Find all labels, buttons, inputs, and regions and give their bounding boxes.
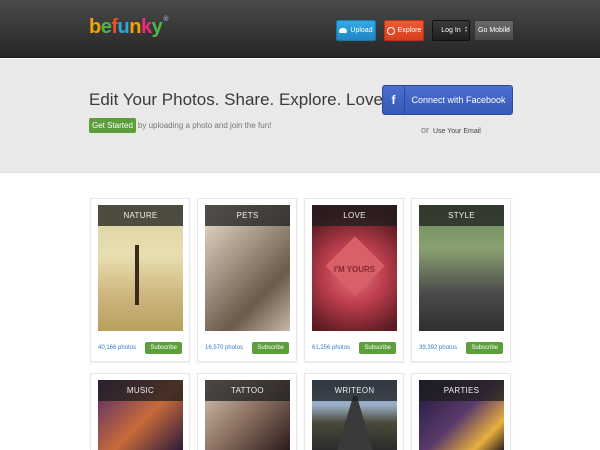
explore-label: Explore	[397, 27, 422, 34]
category-card-writeon[interactable]: WRITEON	[304, 373, 404, 450]
category-title: STYLE	[419, 205, 504, 226]
logo-letter: n	[129, 16, 141, 38]
explore-button[interactable]: Explore	[384, 20, 424, 41]
or-text: or	[421, 125, 430, 135]
category-title: PARTIES	[419, 380, 504, 401]
mobile-dots-icon: • •	[508, 26, 511, 35]
category-title: LOVE	[312, 205, 397, 226]
upload-button[interactable]: Upload	[336, 20, 376, 41]
category-card-music[interactable]: MUSIC	[90, 373, 190, 450]
category-thumbnail[interactable]: MUSIC	[98, 380, 183, 450]
subscribe-button[interactable]: Subscribe	[252, 342, 289, 354]
registered-mark: ®	[163, 16, 168, 23]
logo-letter: e	[100, 16, 112, 38]
category-card-love[interactable]: I'M YOURS LOVE 61,256 photos Subscribe	[304, 198, 404, 362]
connect-facebook-button[interactable]: f Connect with Facebook	[382, 85, 513, 115]
subscribe-button[interactable]: Subscribe	[359, 342, 396, 354]
separator-dots-icon: • •	[465, 26, 468, 35]
category-card-parties[interactable]: PARTIES	[411, 373, 511, 450]
go-mobile-label: Go Mobile	[478, 27, 510, 34]
cloud-upload-icon	[339, 28, 348, 33]
category-title: TATTOO	[205, 380, 290, 401]
upload-label: Upload	[350, 27, 373, 34]
top-bar: befunky® Upload Explore Log In • • Go Mob…	[0, 0, 600, 58]
category-thumbnail[interactable]: STYLE	[419, 205, 504, 331]
category-title: WRITEON	[312, 380, 397, 401]
photo-count[interactable]: 39,392 photos	[419, 345, 457, 351]
logo-letter: k	[140, 16, 152, 38]
category-card-style[interactable]: STYLE 39,392 photos Subscribe	[411, 198, 511, 362]
compass-icon	[386, 26, 395, 35]
category-title: PETS	[205, 205, 290, 226]
subscribe-button[interactable]: Subscribe	[145, 342, 182, 354]
site-logo[interactable]: befunky®	[89, 16, 168, 39]
tree-image	[135, 245, 139, 305]
category-thumbnail[interactable]: TATTOO	[205, 380, 290, 450]
category-thumbnail[interactable]: WRITEON	[312, 380, 397, 450]
category-thumbnail[interactable]: NATURE	[98, 205, 183, 331]
category-card-tattoo[interactable]: TATTOO	[197, 373, 297, 450]
category-card-nature[interactable]: NATURE 40,166 photos Subscribe	[90, 198, 190, 362]
category-thumbnail[interactable]: PARTIES	[419, 380, 504, 450]
email-signup: or Use Your Email	[421, 125, 481, 135]
road-image	[337, 396, 373, 450]
category-thumbnail[interactable]: I'M YOURS LOVE	[312, 205, 397, 331]
logo-letter: u	[117, 16, 130, 38]
category-card-pets[interactable]: PETS 16,570 photos Subscribe	[197, 198, 297, 362]
category-thumbnail[interactable]: PETS	[205, 205, 290, 331]
logo-letter: b	[89, 16, 101, 38]
heart-text: I'M YOURS	[333, 265, 376, 274]
category-title: MUSIC	[98, 380, 183, 401]
photo-count[interactable]: 16,570 photos	[205, 345, 243, 351]
photo-count[interactable]: 61,256 photos	[312, 345, 350, 351]
hero-subtitle: Get Started by uploading a photo and joi…	[89, 118, 271, 133]
login-label: Log In	[441, 27, 461, 34]
hero-banner: Edit Your Photos. Share. Explore. Love. …	[0, 59, 600, 173]
get-started-button[interactable]: Get Started	[89, 118, 136, 133]
use-email-link[interactable]: Use Your Email	[433, 128, 481, 135]
photo-count[interactable]: 40,166 photos	[98, 345, 136, 351]
facebook-label: Connect with Facebook	[411, 95, 506, 105]
subscribe-button[interactable]: Subscribe	[466, 342, 503, 354]
category-title: NATURE	[98, 205, 183, 226]
logo-letter: y	[151, 16, 163, 38]
hero-title: Edit Your Photos. Share. Explore. Love.	[89, 90, 388, 109]
facebook-icon: f	[383, 86, 405, 114]
hero-subtitle-text: by uploading a photo and join the fun!	[137, 121, 272, 130]
